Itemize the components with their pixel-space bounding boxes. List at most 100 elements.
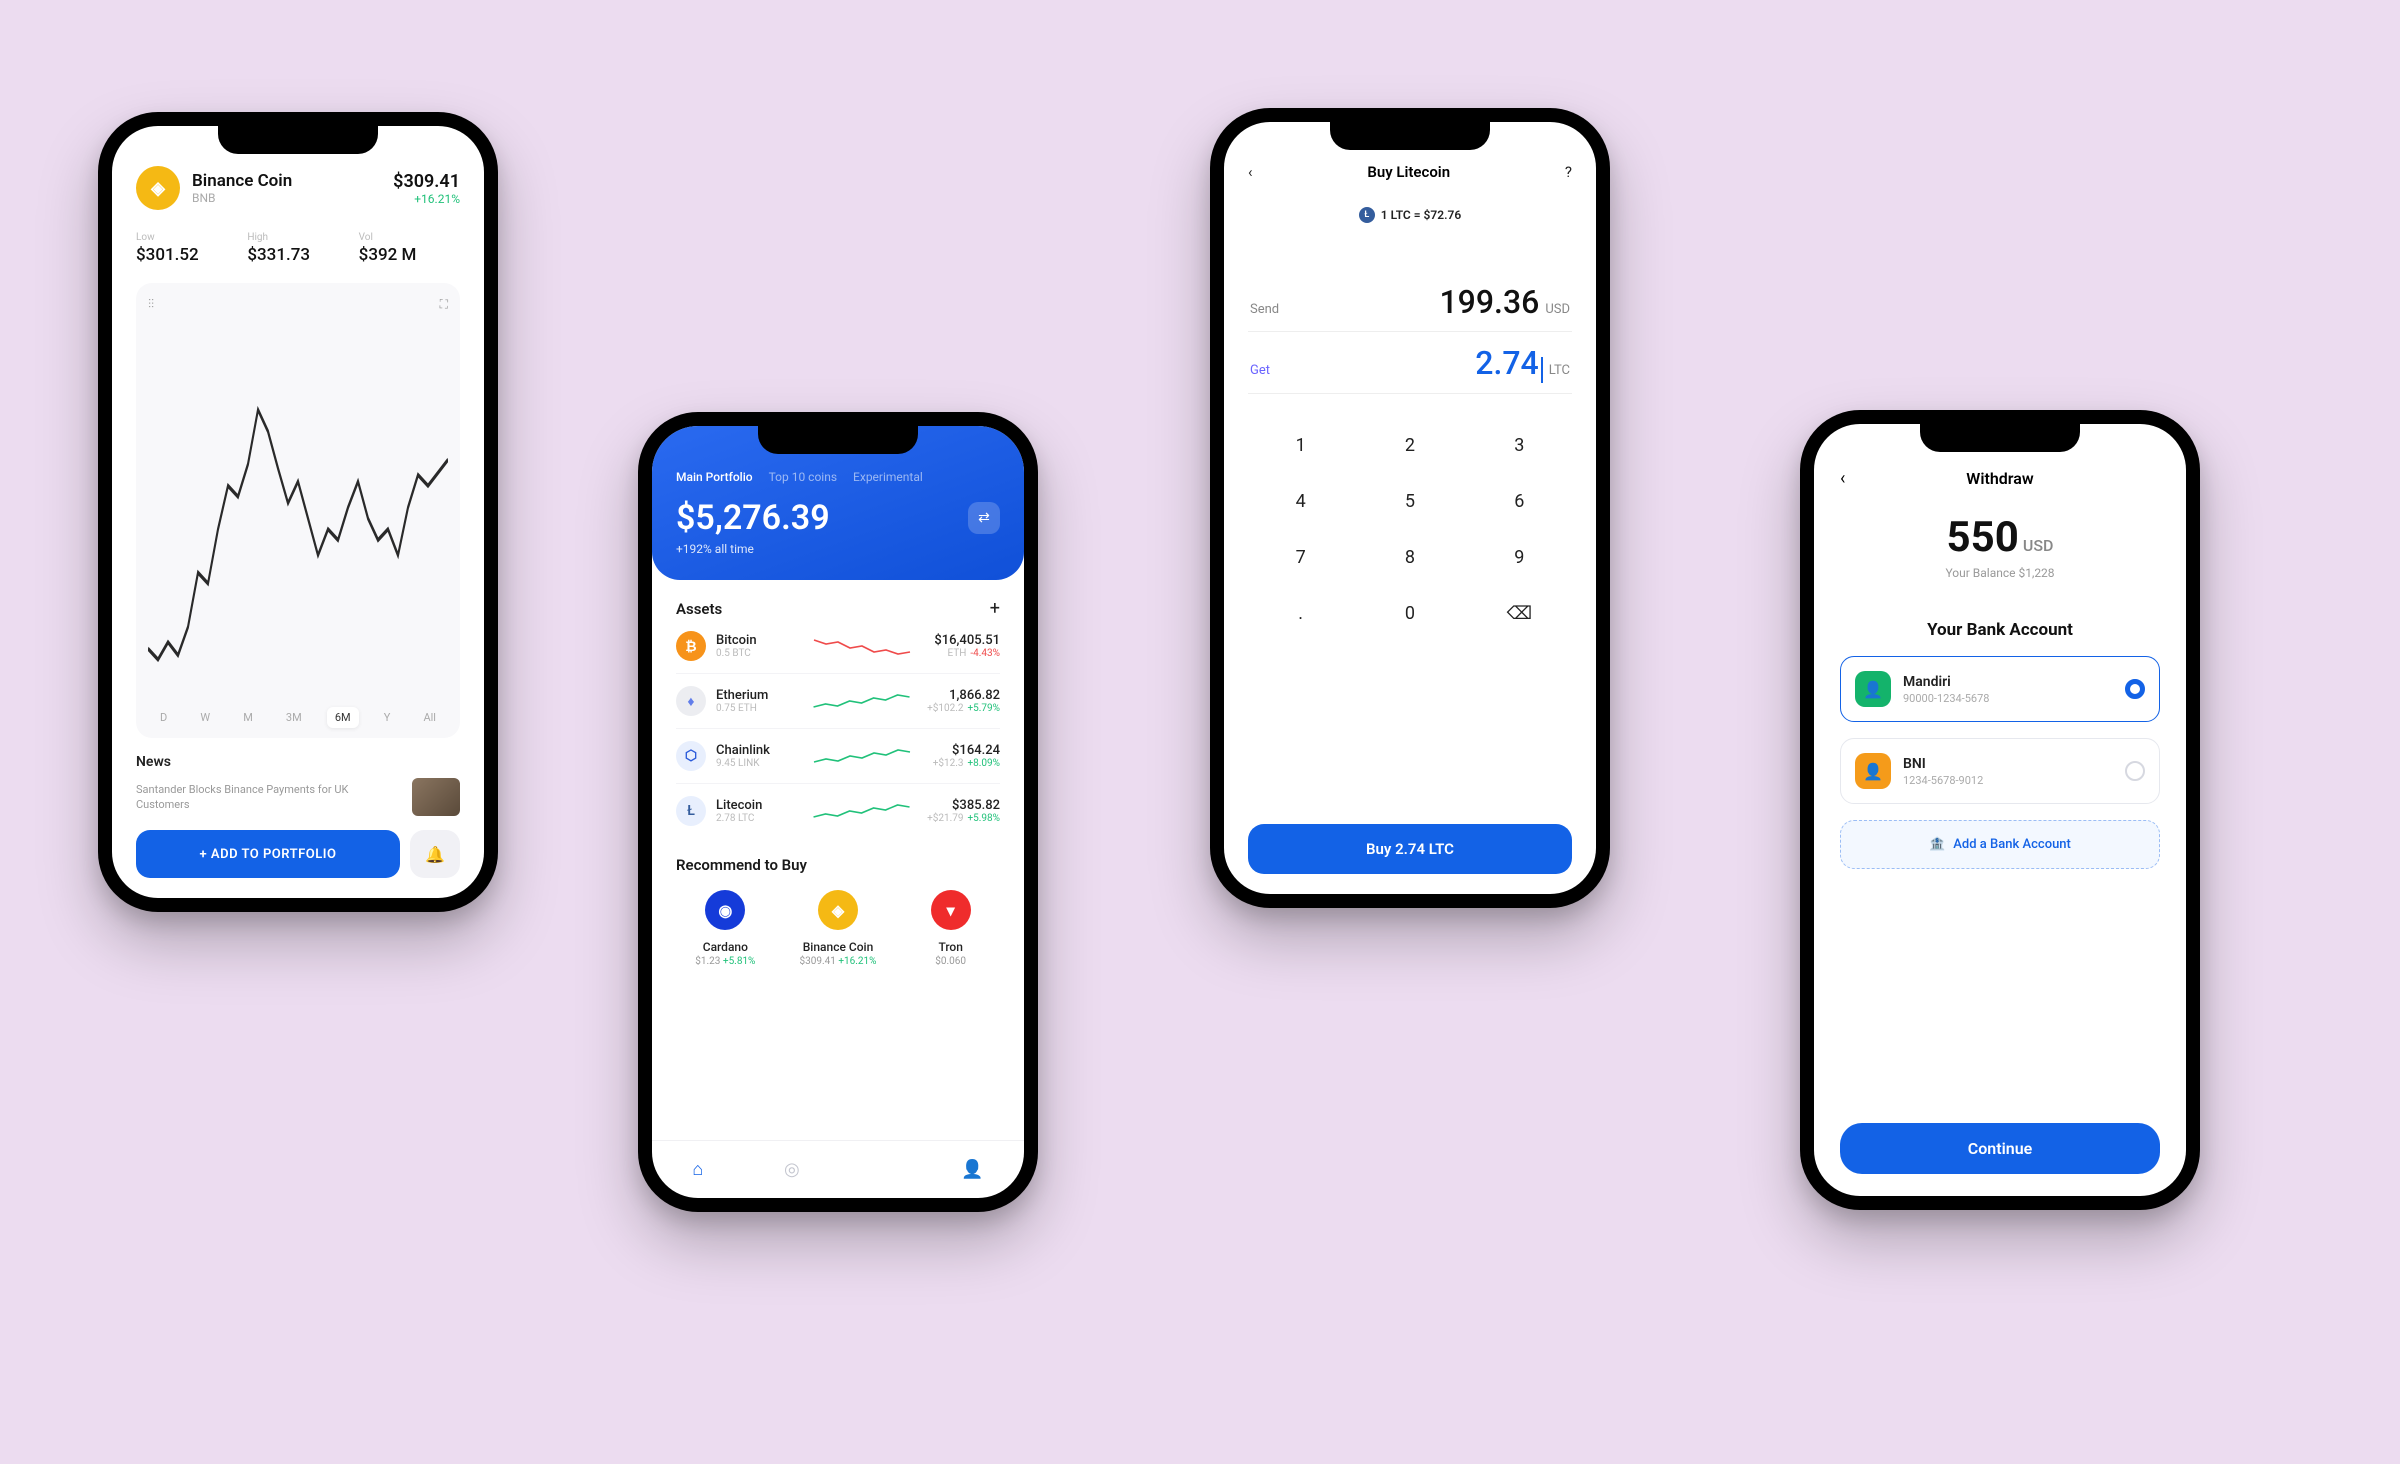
portfolio-balance: $5,276.39: [676, 498, 830, 538]
bank-number: 1234-5678-9012: [1903, 774, 2113, 787]
recommend-item[interactable]: ◈Binance Coin$309.41 +16.21%: [789, 890, 888, 967]
high-value: $331.73: [247, 245, 348, 265]
range-3m[interactable]: 3M: [278, 707, 310, 728]
help-button[interactable]: ?: [1565, 163, 1572, 181]
bank-icon: 👤: [1855, 753, 1891, 789]
key-dot[interactable]: .: [1248, 588, 1353, 640]
asset-row[interactable]: ♦Etherium0.75 ETH1,866.82+$102.2+5.79%: [676, 674, 1000, 729]
bottom-tabbar: ⌂ ◎ 👤: [652, 1140, 1024, 1198]
bank-account-option[interactable]: 👤 BNI 1234-5678-9012: [1840, 738, 2160, 804]
asset-row[interactable]: ŁLitecoin2.78 LTC$385.82+$21.79+5.98%: [676, 784, 1000, 838]
asset-holding: 9.45 LINK: [716, 758, 796, 769]
range-m[interactable]: M: [235, 707, 261, 728]
recommend-item[interactable]: ▾ Tron $0.060: [901, 890, 1000, 967]
add-bank-label: Add a Bank Account: [1953, 837, 2071, 852]
balance-change: +192% all time: [676, 542, 1000, 556]
news-heading: News: [136, 754, 460, 770]
asset-holding: 2.78 LTC: [716, 813, 796, 824]
send-label: Send: [1250, 302, 1279, 317]
asset-holding: 0.5 BTC: [716, 648, 796, 659]
key-1[interactable]: 1: [1248, 420, 1353, 472]
key-9[interactable]: 9: [1467, 532, 1572, 584]
rec-name: Binance Coin: [789, 940, 888, 954]
bank-number: 90000-1234-5678: [1903, 692, 2113, 705]
numeric-keypad: 123 456 789.0⌫: [1248, 420, 1572, 640]
asset-row[interactable]: ₿Bitcoin0.5 BTC$16,405.51ETH-4.43%: [676, 619, 1000, 674]
stat-row: Low$301.52 High$331.73 Vol$392 M: [136, 232, 460, 265]
coin-change: +16.21%: [393, 192, 460, 206]
page-title: Withdraw: [1840, 469, 2160, 488]
rec-coin-icon: ▾: [931, 890, 971, 930]
asset-change: +5.79%: [968, 703, 1001, 714]
key-0[interactable]: 0: [1357, 588, 1462, 640]
alert-bell-button[interactable]: 🔔: [410, 830, 460, 878]
portfolio-tab[interactable]: Experimental: [853, 470, 923, 484]
asset-price: $164.24: [928, 743, 1000, 758]
rec-price: $0.060: [901, 956, 1000, 967]
candle-toggle-icon[interactable]: ⫶⫶: [148, 297, 154, 312]
key-6[interactable]: 6: [1467, 476, 1572, 528]
radio-indicator: [2125, 761, 2145, 781]
add-to-portfolio-button[interactable]: + ADD TO PORTFOLIO: [136, 830, 400, 878]
range-w[interactable]: W: [192, 707, 218, 728]
phone-coin-detail: ◈ Binance Coin BNB $309.41 +16.21% Low$3…: [98, 112, 498, 912]
tab-home-icon[interactable]: ⌂: [692, 1159, 703, 1180]
add-bank-account-button[interactable]: 🏦 Add a Bank Account: [1840, 820, 2160, 869]
rec-price: $1.23 +5.81%: [676, 956, 775, 967]
expand-icon[interactable]: ⛶: [440, 297, 448, 312]
asset-row[interactable]: ⬡Chainlink9.45 LINK$164.24+$12.3+8.09%: [676, 729, 1000, 784]
assets-title: Assets: [676, 600, 722, 618]
get-label: Get: [1250, 363, 1270, 378]
portfolio-tab[interactable]: Top 10 coins: [769, 470, 837, 484]
range-all[interactable]: All: [415, 707, 444, 728]
back-button[interactable]: ‹: [1248, 163, 1253, 181]
rec-coin-icon: ◉: [705, 890, 745, 930]
bank-account-option[interactable]: 👤Mandiri90000-1234-5678: [1840, 656, 2160, 722]
binance-icon: ◈: [136, 166, 180, 210]
news-item[interactable]: Santander Blocks Binance Payments for UK…: [136, 778, 460, 816]
bank-section-heading: Your Bank Account: [1840, 620, 2160, 640]
tab-explore-icon[interactable]: ◎: [784, 1159, 800, 1180]
send-unit: USD: [1545, 302, 1570, 317]
add-asset-button[interactable]: +: [990, 598, 1000, 619]
key-3[interactable]: 3: [1467, 420, 1572, 472]
asset-price: 1,866.82: [927, 688, 1000, 703]
high-label: High: [247, 232, 348, 243]
page-title: Buy Litecoin: [1367, 163, 1450, 181]
portfolio-tab[interactable]: Main Portfolio: [676, 470, 753, 484]
key-5[interactable]: 5: [1357, 476, 1462, 528]
litecoin-icon: Ł: [1359, 207, 1375, 223]
price-chart[interactable]: [148, 312, 448, 703]
price-chart-card: ⫶⫶ ⛶ DWM 3M 6M Y All: [136, 283, 460, 738]
bank-name: BNI: [1903, 756, 2113, 772]
get-row[interactable]: Get 2.74LTC: [1248, 332, 1572, 394]
btc-icon: ₿: [676, 631, 706, 661]
key-7[interactable]: 7: [1248, 532, 1353, 584]
recommend-item[interactable]: ◉Cardano$1.23 +5.81%: [676, 890, 775, 967]
asset-name: Etherium: [716, 688, 796, 703]
key-4[interactable]: 4: [1248, 476, 1353, 528]
tab-profile-icon[interactable]: 👤: [961, 1159, 983, 1180]
range-d[interactable]: D: [152, 707, 175, 728]
swap-icon[interactable]: ⇄: [968, 502, 1000, 534]
continue-button[interactable]: Continue: [1840, 1123, 2160, 1174]
send-value: 199.36: [1439, 283, 1539, 321]
key-8[interactable]: 8: [1357, 532, 1462, 584]
amount-unit: USD: [2023, 536, 2054, 555]
send-row[interactable]: Send 199.36 USD: [1248, 271, 1572, 332]
range-y[interactable]: Y: [376, 707, 399, 728]
screen-coin-detail: ◈ Binance Coin BNB $309.41 +16.21% Low$3…: [112, 126, 484, 898]
asset-holding: 0.75 ETH: [716, 703, 796, 714]
range-6m[interactable]: 6M: [327, 707, 359, 728]
key-2[interactable]: 2: [1357, 420, 1462, 472]
portfolio-tabs: Main Portfolio Top 10 coins Experimental: [676, 470, 1000, 484]
coin-price: $309.41: [393, 171, 460, 192]
news-headline: Santander Blocks Binance Payments for UK…: [136, 782, 402, 813]
amount-display: 550USD Your Balance $1,228: [1840, 513, 2160, 580]
key-backspace[interactable]: ⌫: [1467, 588, 1572, 640]
asset-price: $16,405.51: [928, 633, 1000, 648]
buy-button[interactable]: Buy 2.74 LTC: [1248, 824, 1572, 874]
asset-change: +8.09%: [968, 758, 1001, 769]
low-value: $301.52: [136, 245, 237, 265]
rec-name: Tron: [901, 940, 1000, 954]
